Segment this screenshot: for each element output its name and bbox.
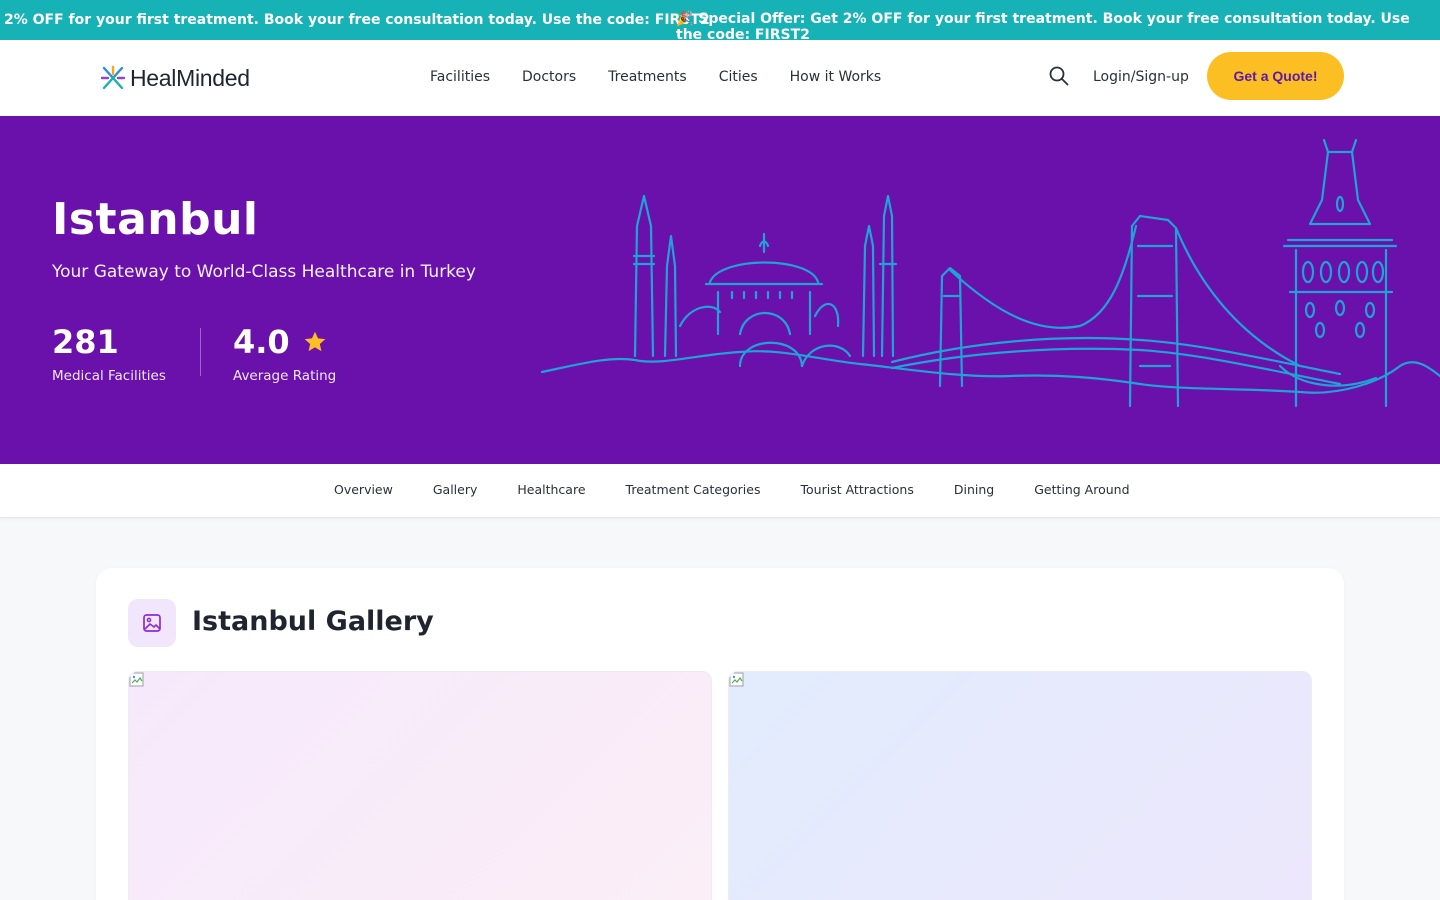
tab-dining[interactable]: Dining (954, 480, 994, 500)
main-nav: Facilities Doctors Treatments Cities How… (430, 66, 913, 88)
logo-mark-icon (100, 65, 126, 90)
tab-healthcare[interactable]: Healthcare (517, 480, 585, 500)
page-title: Istanbul (52, 194, 259, 245)
gallery-image[interactable] (728, 671, 1312, 900)
login-signup-link[interactable]: Login/Sign-up (1093, 66, 1189, 88)
promo-message: 2% OFF for your first treatment. Book yo… (4, 12, 710, 28)
get-quote-button[interactable]: Get a Quote! (1207, 52, 1344, 100)
stat-facilities-value: 281 (52, 323, 119, 361)
search-icon[interactable] (1048, 65, 1070, 87)
site-header: HealMinded Facilities Doctors Treatments… (0, 40, 1440, 116)
nav-how-it-works[interactable]: How it Works (790, 66, 882, 88)
tab-getting-around[interactable]: Getting Around (1034, 480, 1129, 500)
nav-facilities[interactable]: Facilities (430, 66, 490, 88)
logo-text: HealMinded (130, 64, 250, 91)
hero-subtitle: Your Gateway to World-Class Healthcare i… (52, 262, 476, 282)
tab-gallery[interactable]: Gallery (433, 480, 478, 500)
broken-image-icon (729, 672, 744, 687)
istanbul-skyline-illustration (540, 138, 1440, 408)
stat-rating-label: Average Rating (233, 368, 337, 384)
promo-banner: 2% OFF for your first treatment. Book yo… (0, 0, 1440, 40)
stat-facilities: 281 Medical Facilities (52, 322, 166, 384)
gallery-title: Istanbul Gallery (192, 606, 434, 637)
nav-treatments[interactable]: Treatments (608, 66, 687, 88)
stat-facilities-label: Medical Facilities (52, 368, 166, 384)
star-icon (304, 331, 325, 352)
tab-treatment-categories[interactable]: Treatment Categories (626, 480, 761, 500)
gallery-card: Istanbul Gallery (96, 568, 1344, 900)
gallery-icon-badge (128, 599, 176, 647)
stat-rating: 4.0 Average Rating (233, 322, 336, 384)
broken-image-icon (129, 672, 144, 687)
tab-overview[interactable]: Overview (334, 480, 393, 500)
image-icon (143, 614, 161, 632)
stat-divider (200, 328, 201, 376)
tab-tourist-attractions[interactable]: Tourist Attractions (801, 480, 914, 500)
logo[interactable]: HealMinded (100, 62, 250, 94)
nav-doctors[interactable]: Doctors (522, 66, 576, 88)
hero-banner: Istanbul Your Gateway to World-Class Hea… (0, 116, 1440, 464)
promo-message-repeat: 🎉 Special Offer: Get 2% OFF for your fir… (676, 11, 1410, 40)
section-tabs: Overview Gallery Healthcare Treatment Ca… (0, 464, 1440, 518)
stat-rating-value: 4.0 (233, 323, 290, 361)
nav-cities[interactable]: Cities (719, 66, 758, 88)
gallery-image[interactable] (128, 671, 712, 900)
